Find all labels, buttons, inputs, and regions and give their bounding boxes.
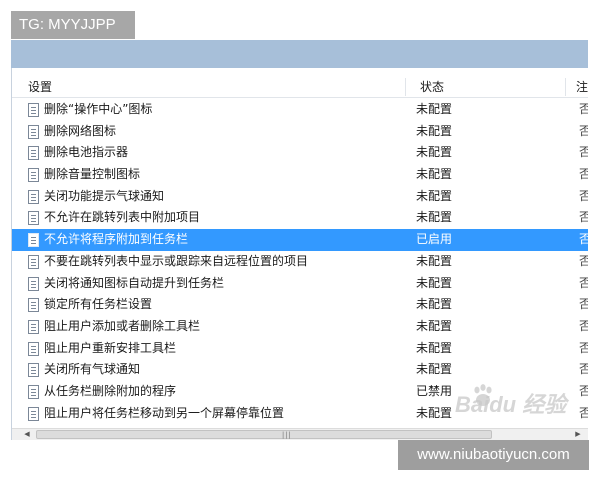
policy-setting-icon <box>28 406 39 421</box>
setting-state: 未配置 <box>416 167 453 182</box>
window-title-bar <box>11 40 588 68</box>
table-row[interactable]: 不允许在跳转列表中附加项目 未配置 否 <box>12 207 588 229</box>
setting-state: 未配置 <box>416 340 453 355</box>
setting-note: 否 <box>579 164 588 186</box>
setting-state: 已启用 <box>416 232 453 247</box>
setting-name: 不要在跳转列表中显示或跟踪来自远程位置的项目 <box>44 253 309 268</box>
setting-name: 不允许将程序附加到任务栏 <box>44 232 189 247</box>
setting-state: 未配置 <box>416 275 453 290</box>
setting-state: 未配置 <box>416 102 453 116</box>
setting-name: 从任务栏删除附加的程序 <box>44 383 177 398</box>
column-header-state[interactable]: 状态 <box>420 76 444 98</box>
scrollbar-grip-icon: ||| <box>281 431 292 439</box>
setting-note: 否 <box>579 381 588 403</box>
setting-name: 删除音量控制图标 <box>44 167 141 182</box>
setting-name: 删除电池指示器 <box>44 145 129 160</box>
setting-name: 关闭所有气球通知 <box>44 362 141 377</box>
table-row[interactable]: 不允许将程序附加到任务栏 已启用 否 <box>12 229 588 251</box>
policy-setting-icon <box>28 124 39 139</box>
setting-note: 否 <box>579 251 588 273</box>
policy-settings-list: 设置 状态 注 删除“操作中心”图标未配置否删除网络图标未配置否删除电池指示器未… <box>11 68 588 440</box>
setting-name: 不允许在跳转列表中附加项目 <box>44 210 201 225</box>
list-header: 设置 状态 注 <box>12 76 588 98</box>
policy-setting-icon <box>28 384 39 399</box>
table-row[interactable]: 阻止用户重新安排工具栏 未配置 否 <box>12 338 588 360</box>
policy-setting-icon <box>28 233 39 248</box>
setting-state: 未配置 <box>416 210 453 225</box>
setting-name: 阻止用户重新安排工具栏 <box>44 340 177 355</box>
table-row[interactable]: 关闭功能提示气球通知 未配置 否 <box>12 186 588 208</box>
policy-setting-icon <box>28 298 39 313</box>
policy-setting-icon <box>28 254 39 269</box>
policy-setting-icon <box>28 211 39 226</box>
policy-setting-icon <box>28 276 39 291</box>
setting-name: 关闭将通知图标自动提升到任务栏 <box>44 275 225 290</box>
table-row[interactable]: 阻止用户添加或者删除工具栏 未配置 否 <box>12 316 588 338</box>
policy-setting-icon <box>28 319 39 334</box>
column-header-note[interactable]: 注 <box>576 76 588 98</box>
table-row[interactable]: 删除音量控制图标 未配置 否 <box>12 164 588 186</box>
setting-state: 未配置 <box>416 123 453 138</box>
policy-setting-icon <box>28 341 39 356</box>
setting-state: 未配置 <box>416 297 453 312</box>
scroll-left-arrow-icon[interactable]: ◀ <box>20 429 34 440</box>
setting-state: 未配置 <box>416 188 453 203</box>
policy-setting-icon <box>28 103 39 117</box>
policy-setting-icon <box>28 189 39 204</box>
table-row[interactable]: 不要在跳转列表中显示或跟踪来自远程位置的项目 未配置 否 <box>12 251 588 273</box>
setting-state: 未配置 <box>416 405 453 420</box>
setting-state: 未配置 <box>416 145 453 160</box>
setting-name: 阻止用户添加或者删除工具栏 <box>44 318 201 333</box>
setting-name: 删除网络图标 <box>44 123 117 138</box>
setting-note: 否 <box>579 186 588 208</box>
table-row[interactable]: 删除网络图标 未配置 否 <box>12 121 588 143</box>
setting-name: 锁定所有任务栏设置 <box>44 297 153 312</box>
setting-state: 已禁用 <box>416 383 453 398</box>
setting-note: 否 <box>579 338 588 360</box>
setting-note: 否 <box>579 207 588 229</box>
scroll-right-arrow-icon[interactable]: ▶ <box>571 429 585 440</box>
setting-note: 否 <box>579 121 588 143</box>
list-rows: 删除“操作中心”图标未配置否删除网络图标未配置否删除电池指示器未配置否删除音量控… <box>12 99 588 424</box>
table-row[interactable]: 删除“操作中心”图标 未配置 否 <box>12 99 588 121</box>
column-divider[interactable] <box>565 78 566 96</box>
watermark-top: TG: MYYJJPP <box>11 11 135 39</box>
table-row[interactable]: 锁定所有任务栏设置 未配置 否 <box>12 294 588 316</box>
setting-state: 未配置 <box>416 253 453 268</box>
baidu-watermark-logo: Baidu 经验 <box>455 392 567 417</box>
setting-name: 阻止用户将任务栏移动到另一个屏幕停靠位置 <box>44 405 285 420</box>
setting-state: 未配置 <box>416 362 453 377</box>
watermark-bottom: www.niubaotiyucn.com <box>398 440 589 470</box>
table-row[interactable]: 关闭将通知图标自动提升到任务栏 未配置 否 <box>12 273 588 295</box>
column-header-setting[interactable]: 设置 <box>28 76 52 98</box>
setting-note: 否 <box>579 403 588 425</box>
setting-note: 否 <box>579 229 588 251</box>
policy-setting-icon <box>28 363 39 378</box>
setting-note: 否 <box>579 294 588 316</box>
column-divider[interactable] <box>405 78 406 96</box>
scrollbar-thumb[interactable]: ||| <box>36 430 492 439</box>
setting-note: 否 <box>579 99 588 121</box>
table-row[interactable]: 删除电池指示器 未配置 否 <box>12 142 588 164</box>
setting-note: 否 <box>579 316 588 338</box>
setting-name: 关闭功能提示气球通知 <box>44 188 165 203</box>
setting-name: 删除“操作中心”图标 <box>44 102 153 116</box>
setting-note: 否 <box>579 273 588 295</box>
setting-note: 否 <box>579 359 588 381</box>
policy-setting-icon <box>28 168 39 183</box>
setting-note: 否 <box>579 142 588 164</box>
setting-state: 未配置 <box>416 318 453 333</box>
horizontal-scrollbar[interactable]: ◀ ||| ▶ <box>12 428 588 440</box>
policy-setting-icon <box>28 146 39 161</box>
table-row[interactable]: 关闭所有气球通知 未配置 否 <box>12 359 588 381</box>
